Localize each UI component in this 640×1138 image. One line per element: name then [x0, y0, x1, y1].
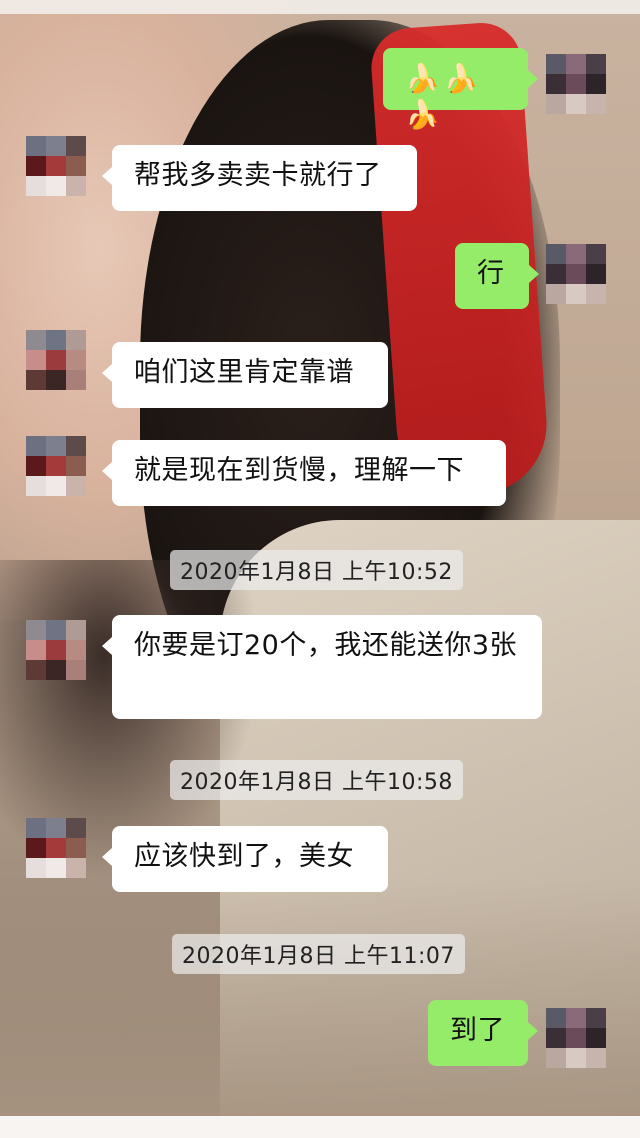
- top-bar: [0, 0, 640, 14]
- timestamp: 2020年1月8日 上午10:58: [170, 760, 463, 800]
- message-bubble-incoming[interactable]: 咱们这里肯定靠谱: [102, 342, 388, 408]
- message-bubble-outgoing[interactable]: 行: [455, 243, 539, 309]
- message-text: 帮我多卖卖卡就行了: [134, 160, 382, 191]
- message-text: 就是现在到货慢，理解一下: [134, 455, 464, 486]
- message-bubble-incoming[interactable]: 帮我多卖卖卡就行了: [102, 145, 417, 211]
- message-bubble-outgoing[interactable]: 到了: [428, 1000, 538, 1066]
- message-bubble-incoming[interactable]: 你要是订20个，我还能送你3张: [102, 615, 542, 719]
- contact-avatar[interactable]: [26, 330, 86, 390]
- bottom-bar: [0, 1116, 640, 1138]
- my-avatar[interactable]: [546, 1008, 606, 1068]
- message-text: 你要是订20个，我还能送你3张: [134, 630, 518, 661]
- contact-avatar[interactable]: [26, 436, 86, 496]
- contact-avatar[interactable]: [26, 818, 86, 878]
- contact-avatar[interactable]: [26, 620, 86, 680]
- message-bubble-incoming[interactable]: 应该快到了，美女: [102, 826, 388, 892]
- my-avatar[interactable]: [546, 54, 606, 114]
- my-avatar[interactable]: [546, 244, 606, 304]
- timestamp: 2020年1月8日 上午10:52: [170, 550, 463, 590]
- message-text: 到了: [450, 1015, 505, 1046]
- message-text: 应该快到了，美女: [134, 841, 354, 872]
- contact-avatar[interactable]: [26, 136, 86, 196]
- message-text: 咱们这里肯定靠谱: [134, 357, 354, 388]
- message-bubble-outgoing[interactable]: 🍌🍌🍌: [383, 48, 538, 131]
- message-bubble-incoming[interactable]: 就是现在到货慢，理解一下: [102, 440, 506, 506]
- message-text: 行: [477, 258, 505, 289]
- timestamp: 2020年1月8日 上午11:07: [172, 934, 465, 974]
